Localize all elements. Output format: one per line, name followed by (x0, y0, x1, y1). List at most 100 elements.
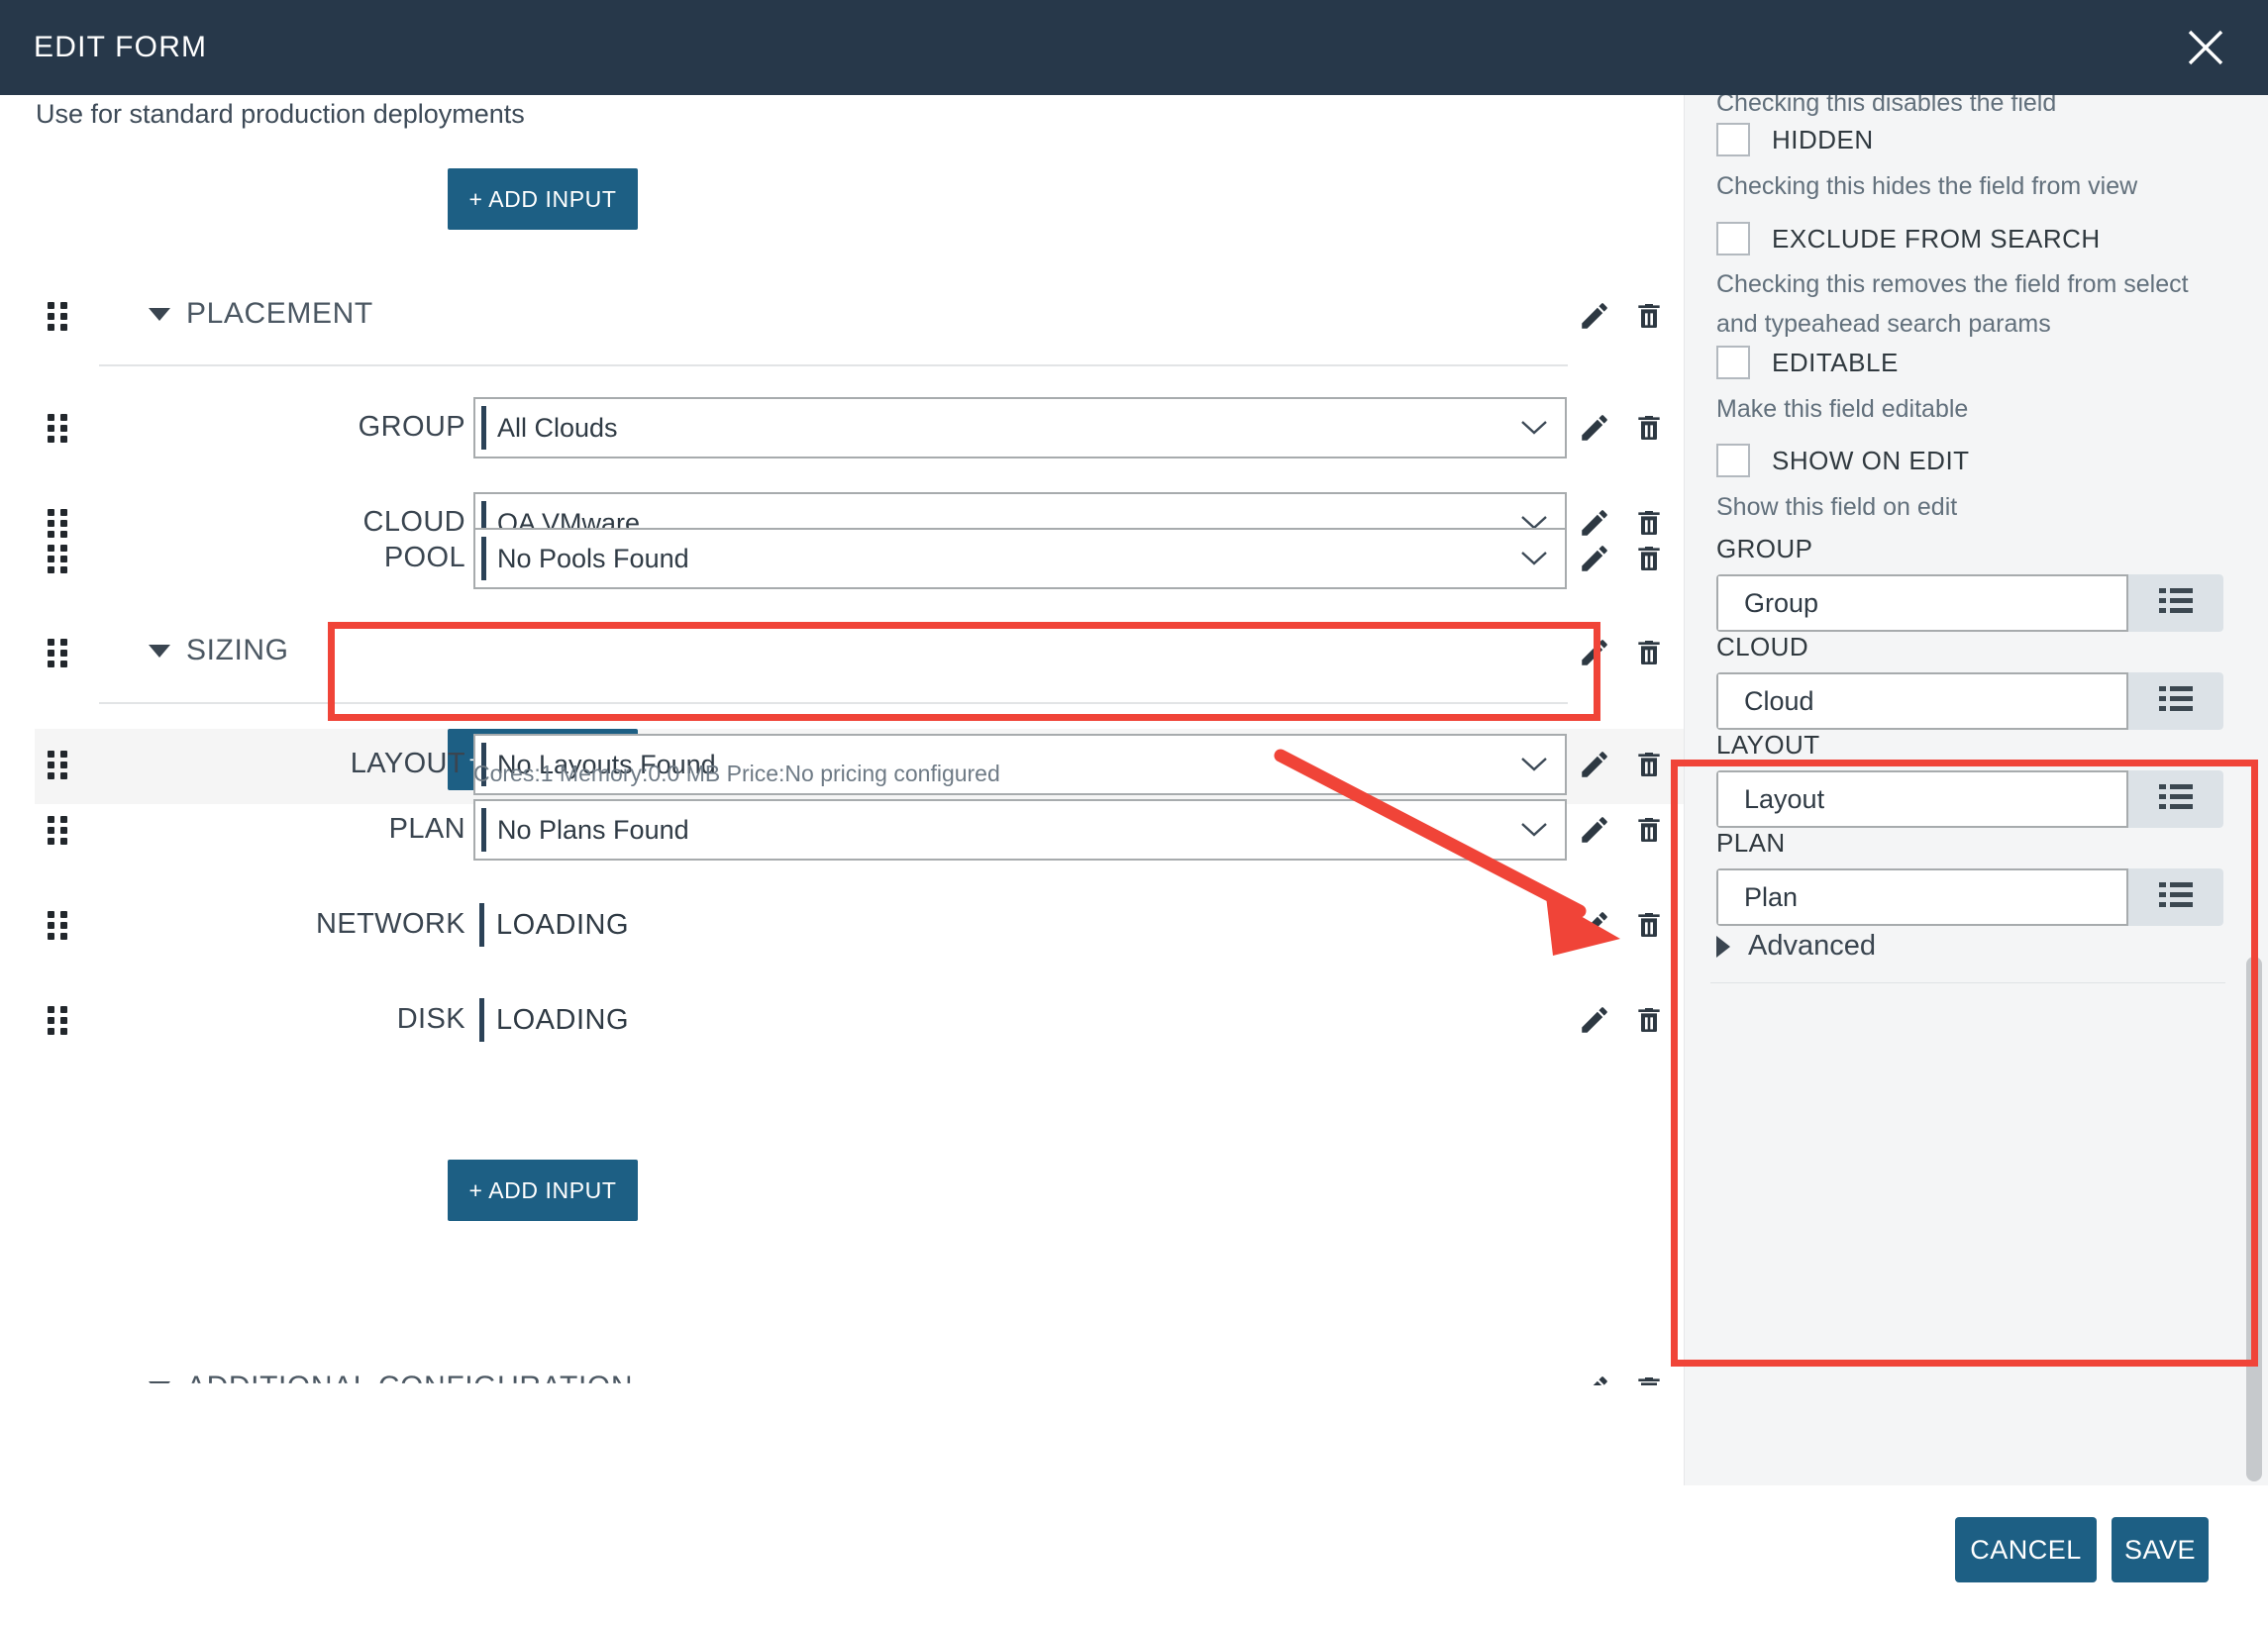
drag-handle-icon[interactable] (48, 751, 71, 778)
section-placement-toggle[interactable]: PLACEMENT (149, 297, 373, 331)
edit-form-modal: EDIT FORM Use for standard production de… (0, 0, 2268, 1628)
delete-field-disk-icon[interactable] (1629, 1000, 1669, 1040)
field-label-plan: PLAN (149, 813, 465, 846)
settings-scrollbar[interactable] (2246, 957, 2262, 1481)
edit-field-disk-icon[interactable] (1575, 1000, 1614, 1040)
checkbox-label-hidden: HIDDEN (1772, 125, 1874, 155)
drag-handle-icon[interactable] (48, 414, 71, 442)
checkbox-row-hidden[interactable]: HIDDEN (1716, 123, 1874, 156)
section-additional-configuration-toggle[interactable]: ADDITIONAL CONFIGURATION (149, 1371, 633, 1404)
option-field-layout: LAYOUT Layout (1716, 730, 2223, 828)
modal-footer: CANCEL SAVE (0, 1485, 2268, 1628)
section-header-sizing: SIZING (0, 622, 1684, 683)
advanced-toggle[interactable]: Advanced (1716, 930, 1876, 963)
field-value-network: LOADING (484, 909, 629, 942)
drag-handle-icon[interactable] (48, 639, 71, 666)
checkbox-hidden[interactable] (1716, 123, 1750, 156)
delete-field-group-icon[interactable] (1629, 408, 1669, 448)
chevron-down-icon[interactable] (1503, 756, 1565, 773)
edit-section-additional-icon[interactable] (1575, 1370, 1614, 1409)
edit-field-layout-icon[interactable] (1575, 745, 1614, 784)
list-icon[interactable] (2128, 672, 2223, 730)
option-control-plan: Plan (1716, 868, 2223, 926)
checkbox-label-show-on-edit: SHOW ON EDIT (1772, 446, 1970, 476)
option-input-layout[interactable]: Layout (1716, 770, 2128, 828)
checkbox-row-show-on-edit[interactable]: SHOW ON EDIT (1716, 444, 1970, 477)
chevron-down-icon[interactable] (1503, 550, 1565, 567)
delete-section-sizing-icon[interactable] (1629, 633, 1669, 672)
save-button[interactable]: SAVE (2112, 1517, 2209, 1582)
field-settings-pane: Checking this disables the field HIDDEN … (1684, 95, 2268, 1485)
checkbox-editable[interactable] (1716, 346, 1750, 379)
delete-field-network-icon[interactable] (1629, 905, 1669, 945)
plan-meta-line: Cores:1 Memory:0.0 MB Price:No pricing c… (473, 761, 1000, 787)
section-title: PLACEMENT (186, 297, 373, 331)
checkbox-label-exclude-from-search: EXCLUDE FROM SEARCH (1772, 224, 2101, 254)
option-field-group: GROUP Group (1716, 534, 2223, 632)
cancel-button[interactable]: CANCEL (1955, 1517, 2097, 1582)
field-value-disk: LOADING (484, 1004, 629, 1037)
option-input-cloud[interactable]: Cloud (1716, 672, 2128, 730)
edit-section-sizing-icon[interactable] (1575, 633, 1614, 672)
section-title: SIZING (186, 634, 289, 667)
drag-handle-icon[interactable] (48, 911, 71, 939)
field-input-group[interactable]: All Clouds (473, 397, 1567, 458)
delete-field-layout-icon[interactable] (1629, 745, 1669, 784)
option-input-group[interactable]: Group (1716, 574, 2128, 632)
advanced-label: Advanced (1748, 930, 1876, 963)
field-label-disk: DISK (149, 1003, 465, 1036)
list-icon[interactable] (2128, 868, 2223, 926)
field-value-disk-wrap: LOADING (479, 989, 629, 1051)
modal-header: EDIT FORM (0, 0, 2268, 95)
list-icon[interactable] (2128, 574, 2223, 632)
drag-handle-icon[interactable] (48, 816, 71, 844)
field-value-plan: No Plans Found (486, 815, 1503, 846)
chevron-down-icon[interactable] (1503, 419, 1565, 437)
checkbox-show-on-edit[interactable] (1716, 444, 1750, 477)
page-title: EDIT FORM (34, 31, 207, 64)
edit-field-network-icon[interactable] (1575, 905, 1614, 945)
checkbox-exclude-from-search[interactable] (1716, 222, 1750, 255)
field-label-network: NETWORK (149, 908, 465, 941)
field-row-plan: PLAN No Plans Found (0, 799, 1684, 861)
checkbox-label-editable: EDITABLE (1772, 348, 1899, 378)
edit-field-plan-icon[interactable] (1575, 810, 1614, 850)
delete-field-plan-icon[interactable] (1629, 810, 1669, 850)
drag-handle-icon[interactable] (48, 545, 71, 572)
list-icon-glyph (2159, 685, 2193, 718)
add-input-button-top[interactable]: + ADD INPUT (448, 168, 638, 230)
advanced-divider (1710, 982, 2225, 983)
field-input-plan[interactable]: No Plans Found (473, 799, 1567, 861)
list-icon[interactable] (2128, 770, 2223, 828)
modal-body: Use for standard production deployments … (0, 95, 2268, 1485)
drag-handle-icon[interactable] (48, 1006, 71, 1034)
section-header-placement: PLACEMENT (0, 285, 1684, 347)
section-title: ADDITIONAL CONFIGURATION (186, 1371, 633, 1404)
checkbox-row-editable[interactable]: EDITABLE (1716, 346, 1899, 379)
edit-section-placement-icon[interactable] (1575, 296, 1614, 336)
option-input-plan[interactable]: Plan (1716, 868, 2128, 926)
field-input-pool[interactable]: No Pools Found (473, 528, 1567, 589)
chevron-down-icon[interactable] (1503, 821, 1565, 839)
option-field-cloud: CLOUD Cloud (1716, 632, 2223, 730)
field-label-group: GROUP (149, 411, 465, 444)
close-icon[interactable] (2177, 19, 2234, 76)
edit-field-pool-icon[interactable] (1575, 539, 1614, 578)
help-editable-text: Make this field editable (1716, 389, 2221, 429)
form-subtitle: Use for standard production deployments (36, 99, 525, 130)
option-label-group: GROUP (1716, 534, 2223, 564)
option-control-cloud: Cloud (1716, 672, 2223, 730)
add-input-button-sizing[interactable]: + ADD INPUT (448, 1160, 638, 1221)
edit-field-group-icon[interactable] (1575, 408, 1614, 448)
section-divider (99, 702, 1568, 704)
delete-section-additional-icon[interactable] (1629, 1370, 1669, 1409)
section-divider (99, 364, 1568, 366)
caret-down-icon (149, 1381, 170, 1394)
field-label-layout: LAYOUT (149, 748, 465, 780)
list-icon-glyph (2159, 783, 2193, 816)
delete-field-pool-icon[interactable] (1629, 539, 1669, 578)
drag-handle-icon[interactable] (48, 302, 71, 330)
section-sizing-toggle[interactable]: SIZING (149, 634, 289, 667)
delete-section-placement-icon[interactable] (1629, 296, 1669, 336)
checkbox-row-exclude-from-search[interactable]: EXCLUDE FROM SEARCH (1716, 222, 2101, 255)
